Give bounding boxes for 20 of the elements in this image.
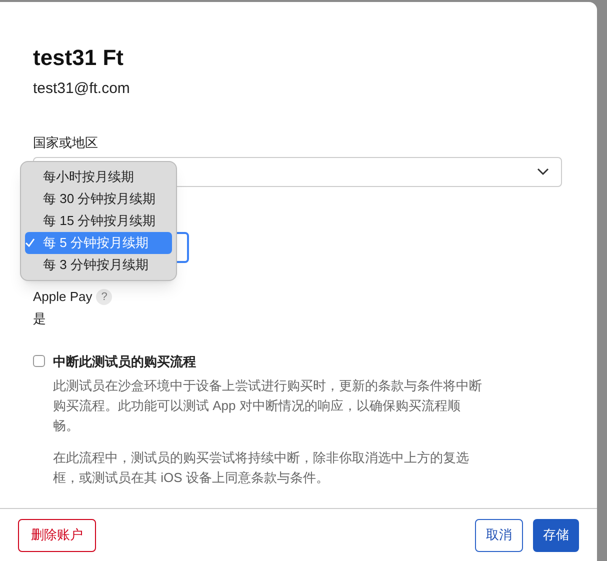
field-label: Apple Pay xyxy=(33,288,92,306)
checkbox[interactable] xyxy=(33,355,45,367)
dialog-title: test31 Ft xyxy=(33,44,124,72)
checkmark-icon xyxy=(25,238,35,248)
menu-item[interactable]: 每小时按月续期 xyxy=(25,166,172,188)
help-icon[interactable]: ? xyxy=(96,288,112,305)
description-text: 此测试员在沙盒环境中于设备上尝试进行购买时，更新的条款与条件将中断购买流程。此功能可以测试 App 对中断情况的响应，以确保购买流程顺畅。 xyxy=(53,376,483,434)
menu-item[interactable]: 每 30 分钟按月续期 xyxy=(25,188,172,210)
cancel-button[interactable]: 取消 xyxy=(475,518,523,552)
delete-account-button[interactable]: 删除账户 xyxy=(18,518,96,552)
menu-item[interactable]: 每 15 分钟按月续期 xyxy=(25,210,172,232)
field-value: 是 xyxy=(33,310,47,328)
checkbox-label[interactable]: 中断此测试员的购买流程 xyxy=(53,352,483,372)
field-label: 国家或地区 xyxy=(33,134,99,152)
menu-item[interactable]: 每 3 分钟按月续期 xyxy=(25,254,172,276)
save-button[interactable]: 存储 xyxy=(533,518,579,552)
description-text: 在此流程中，测试员的购买尝试将持续中断，除非你取消选中上方的复选框，或测试员在其 iOS 设备上同意条款与条件。 xyxy=(53,448,470,486)
email-text: test31@ft.com xyxy=(33,79,131,99)
menu-item[interactable]: 每 5 分钟按月续期 xyxy=(25,232,172,254)
chevron-down-icon xyxy=(537,168,549,176)
